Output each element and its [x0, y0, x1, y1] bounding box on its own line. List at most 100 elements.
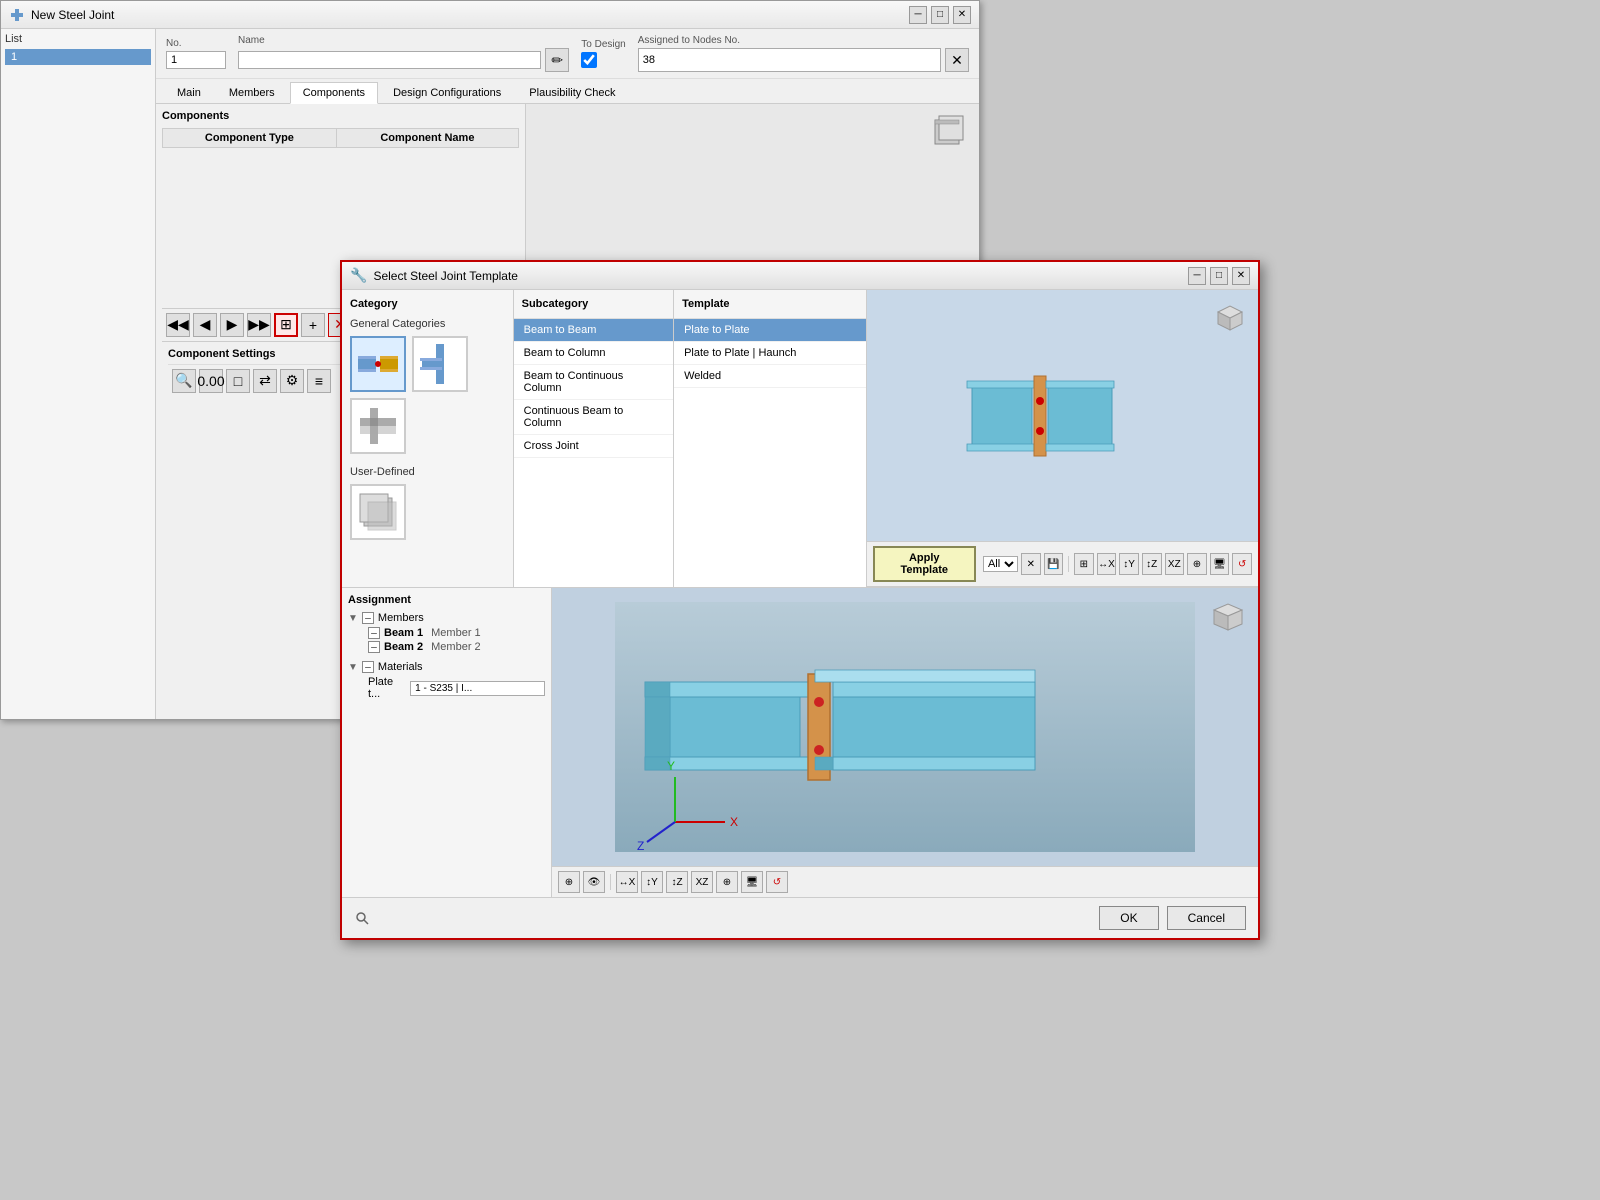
dialog-bottom: Assignment ▼ ─ Members ─ Beam 1 Member 1 — [342, 587, 1258, 897]
members-checkbox[interactable]: ─ — [362, 612, 374, 624]
assign-nodes-button[interactable]: ✕ — [945, 48, 969, 72]
settings-btn-1[interactable]: 🔍 — [172, 369, 196, 393]
beam1-value: Member 1 — [431, 627, 481, 639]
template-title: Template — [674, 290, 865, 319]
template-plate-to-plate-haunch[interactable]: Plate to Plate | Haunch — [674, 342, 865, 365]
add-button[interactable]: + — [301, 313, 325, 337]
materials-label: Materials — [378, 661, 423, 673]
toolbar-btn-1[interactable]: ◀◀ — [166, 313, 190, 337]
view-x-button[interactable]: ↔X — [1097, 553, 1117, 575]
cat-icon-2[interactable] — [412, 336, 468, 392]
components-title: Components — [162, 110, 519, 122]
beam1-checkbox[interactable]: ─ — [368, 627, 380, 639]
view-xz-button[interactable]: XZ — [1165, 553, 1185, 575]
minimize-button[interactable]: ─ — [909, 6, 927, 24]
lp-reset[interactable]: ↺ — [766, 871, 788, 893]
template-panel: Template Plate to Plate Plate to Plate |… — [674, 290, 866, 587]
materials-checkbox[interactable]: ─ — [362, 661, 374, 673]
tab-components[interactable]: Components — [290, 82, 378, 104]
lp-y-button[interactable]: ↕Y — [641, 871, 663, 893]
category-icons — [350, 336, 505, 454]
settings-btn-2[interactable]: 0.00 — [199, 369, 223, 393]
maximize-button[interactable]: □ — [931, 6, 949, 24]
category-title: Category — [350, 298, 505, 310]
main-dialog: 🔧 Select Steel Joint Template ─ □ ✕ Cate… — [340, 260, 1260, 940]
dialog-maximize-button[interactable]: □ — [1210, 267, 1228, 285]
dialog-minimize-button[interactable]: ─ — [1188, 267, 1206, 285]
plate-mat-input[interactable] — [410, 681, 545, 696]
assignment-panel: Assignment ▼ ─ Members ─ Beam 1 Member 1 — [342, 588, 552, 897]
lp-xz-button[interactable]: XZ — [691, 871, 713, 893]
view-reset-button[interactable]: ⊞ — [1074, 553, 1094, 575]
lp-coord-button[interactable]: ⊕ — [558, 871, 580, 893]
plate-mat-label: Plate t... — [368, 676, 406, 700]
top-3d-preview — [867, 290, 1258, 541]
reset-view-button[interactable]: ↺ — [1232, 553, 1252, 575]
tab-design-config[interactable]: Design Configurations — [380, 82, 514, 103]
large-3d-canvas: X Y Z — [552, 588, 1258, 866]
tab-members[interactable]: Members — [216, 82, 288, 103]
no-input[interactable] — [166, 51, 226, 69]
settings-btn-6[interactable]: ≡ — [307, 369, 331, 393]
subcat-beam-to-cont-column[interactable]: Beam to Continuous Column — [514, 365, 673, 400]
ok-button[interactable]: OK — [1099, 906, 1158, 930]
settings-btn-4[interactable]: ⇄ — [253, 369, 277, 393]
beam2-checkbox[interactable]: ─ — [368, 641, 380, 653]
name-input[interactable] — [238, 51, 541, 69]
to-design-label: To Design — [581, 39, 625, 50]
render-options-button[interactable]: 🖥 — [1210, 553, 1230, 575]
subcat-cross-joint[interactable]: Cross Joint — [514, 435, 673, 458]
settings-btn-5[interactable]: ⚙ — [280, 369, 304, 393]
lp-view-options[interactable]: ⊕ — [716, 871, 738, 893]
edit-name-button[interactable]: ✏ — [545, 48, 569, 72]
view-z-button[interactable]: ↕Z — [1142, 553, 1162, 575]
subcat-beam-to-beam[interactable]: Beam to Beam — [514, 319, 673, 342]
view-y-button[interactable]: ↕Y — [1119, 553, 1139, 575]
footer-search-area — [354, 910, 1091, 926]
members-expand[interactable]: ▼ — [348, 613, 358, 624]
beam2-value: Member 2 — [431, 641, 481, 653]
apply-template-button[interactable]: Apply Template — [873, 546, 976, 582]
lp-z-button[interactable]: ↕Z — [666, 871, 688, 893]
dialog-body-top: Category General Categories — [342, 290, 1258, 587]
general-cats-label: General Categories — [350, 318, 505, 330]
save-filter-button[interactable]: 💾 — [1044, 553, 1064, 575]
template-select-button[interactable]: ⊞ — [274, 313, 298, 337]
close-button[interactable]: ✕ — [953, 6, 971, 24]
filter-select[interactable]: All — [983, 556, 1018, 572]
toolbar-btn-4[interactable]: ▶▶ — [247, 313, 271, 337]
user-def-icon-1[interactable] — [350, 484, 406, 540]
view-options-button[interactable]: ⊕ — [1187, 553, 1207, 575]
subcat-beam-to-column[interactable]: Beam to Column — [514, 342, 673, 365]
list-item-1[interactable]: 1 — [5, 49, 151, 65]
user-def-icons — [350, 484, 505, 540]
assigned-nodes-input[interactable] — [638, 48, 941, 72]
subcat-cont-beam-to-column[interactable]: Continuous Beam to Column — [514, 400, 673, 435]
materials-expand[interactable]: ▼ — [348, 662, 358, 673]
lp-x-button[interactable]: ↔X — [616, 871, 638, 893]
lp-render-mode[interactable]: 🖥 — [741, 871, 763, 893]
preview-top-panel: Apply Template All ✕ 💾 ⊞ ↔X ↕Y ↕Z XZ ⊕ 🖥… — [867, 290, 1258, 587]
tab-plausibility[interactable]: Plausibility Check — [516, 82, 628, 103]
beam1-id: Beam 1 — [384, 627, 423, 639]
col-name: Component Name — [336, 129, 518, 148]
dialog-close-button[interactable]: ✕ — [1232, 267, 1250, 285]
large-preview-toolbar: ⊕ 👁 ↔X ↕Y ↕Z XZ ⊕ 🖥 ↺ — [552, 866, 1258, 897]
subcategory-panel: Subcategory Beam to Beam Beam to Column … — [514, 290, 674, 587]
clear-filter-button[interactable]: ✕ — [1021, 553, 1041, 575]
settings-btn-3[interactable]: □ — [226, 369, 250, 393]
tab-main[interactable]: Main — [164, 82, 214, 103]
toolbar-btn-2[interactable]: ◀ — [193, 313, 217, 337]
to-design-checkbox[interactable] — [581, 52, 597, 68]
bg-title: New Steel Joint — [31, 8, 909, 22]
template-welded[interactable]: Welded — [674, 365, 865, 388]
cancel-button[interactable]: Cancel — [1167, 906, 1246, 930]
template-plate-to-plate[interactable]: Plate to Plate — [674, 319, 865, 342]
assignment-tree: ▼ ─ Members ─ Beam 1 Member 1 ─ Beam 2 — [348, 612, 545, 700]
lp-view-button[interactable]: 👁 — [583, 871, 605, 893]
cat-icon-3[interactable] — [350, 398, 406, 454]
toolbar-btn-3[interactable]: ▶ — [220, 313, 244, 337]
beam2-id: Beam 2 — [384, 641, 423, 653]
dialog-titlebar: 🔧 Select Steel Joint Template ─ □ ✕ — [342, 262, 1258, 290]
cat-icon-1[interactable] — [350, 336, 406, 392]
